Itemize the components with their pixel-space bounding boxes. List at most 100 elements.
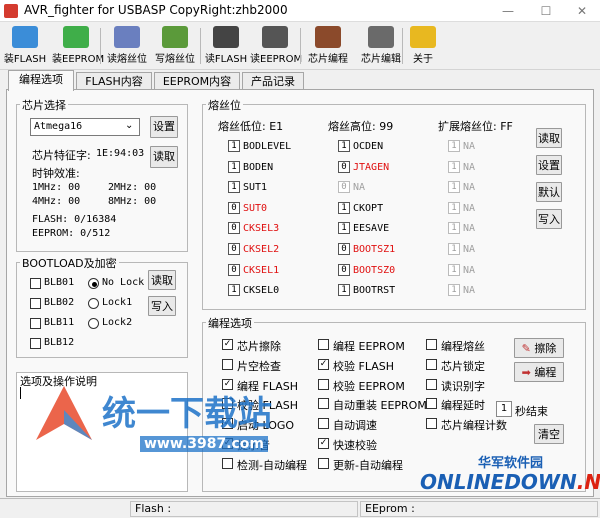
program-option-label: 校验 FLASH (237, 399, 298, 413)
bootload-read-button[interactable]: 读取 (148, 270, 176, 290)
tab-eeprom-content[interactable]: EEPROM内容 (154, 72, 240, 90)
toolbar-button-5[interactable]: 读EEPROM (250, 24, 302, 68)
fuse-low-bit-5[interactable]: 0 (228, 243, 240, 255)
fuse-ext-bit-name: NA (463, 141, 476, 152)
program-option-checkbox[interactable]: ✓ (318, 358, 329, 370)
program-button[interactable]: ➡ 编程 (514, 362, 564, 382)
fuse-default-button[interactable]: 默认 (536, 182, 562, 202)
fuse-low-bit-0[interactable]: 1 (228, 140, 240, 152)
program-option-checkbox[interactable] (426, 398, 437, 410)
program-option-checkbox[interactable] (318, 418, 329, 430)
eeprom-status: EEprom : (360, 501, 598, 517)
program-option-checkbox[interactable] (222, 398, 233, 410)
program-option-checkbox[interactable] (318, 378, 329, 390)
bootload-checkbox-blb01[interactable] (30, 278, 41, 289)
erase-icon: ✎ (521, 342, 531, 355)
lock-radio-1[interactable] (88, 298, 99, 309)
fuse-high-bit-4[interactable]: 1 (338, 222, 350, 235)
program-option-checkbox[interactable] (318, 398, 329, 410)
chip-settings-button[interactable]: 设置 (150, 116, 178, 138)
fuse-low-bit-3[interactable]: 0 (228, 201, 240, 214)
operation-log-box[interactable] (16, 372, 188, 492)
fuse-high-bit-5[interactable]: 0 (338, 243, 350, 255)
eeprom-load-icon (63, 26, 89, 48)
fuse-ext-bit-name: NA (463, 244, 476, 255)
program-option-checkbox[interactable] (426, 418, 437, 430)
fuse-ext-bit-6[interactable]: 1 (448, 263, 460, 276)
program-option-checkbox[interactable]: ✓ (222, 438, 233, 449)
toolbar-button-0[interactable]: 装FLASH (2, 24, 48, 68)
fuse-ext-bit-3[interactable]: 1 (448, 201, 460, 214)
program-option-checkbox[interactable] (318, 339, 329, 350)
toolbar-separator (200, 28, 201, 64)
title-bar: AVR_fighter for USBASP CopyRight:zhb2000… (0, 0, 600, 22)
program-option-checkbox[interactable] (426, 358, 437, 370)
minimize-button[interactable]: — (490, 0, 526, 22)
fuse-ext-bit-7[interactable]: 1 (448, 284, 460, 297)
fuse-low-bit-6[interactable]: 0 (228, 263, 240, 276)
fuse-low-bit-7[interactable]: 1 (228, 284, 240, 297)
maximize-button[interactable]: ☐ (528, 0, 564, 22)
fuse-high-bit-3[interactable]: 1 (338, 201, 350, 214)
delay-seconds-input[interactable]: 1 (496, 401, 512, 417)
fuse-high-bit-2[interactable]: 0 (338, 181, 350, 194)
fuse-ext-bit-1[interactable]: 1 (448, 160, 460, 173)
tab-program-options[interactable]: 编程选项 (8, 70, 74, 91)
fuse-write-button[interactable]: 写入 (536, 209, 562, 229)
bootload-checkbox-blb02[interactable] (30, 298, 41, 309)
bootload-checkbox-blb11[interactable] (30, 318, 41, 329)
program-option-checkbox[interactable] (318, 457, 329, 469)
fuse-set-button[interactable]: 设置 (536, 155, 562, 175)
clear-button[interactable]: 清空 (534, 424, 564, 444)
fuse-read-button[interactable]: 读取 (536, 128, 562, 148)
fuse-ext-bit-4[interactable]: 1 (448, 222, 460, 235)
lock-radio-0[interactable] (88, 278, 99, 289)
program-option-checkbox[interactable]: ✓ (222, 339, 233, 350)
program-option-checkbox[interactable]: ✓ (222, 418, 233, 430)
fuse-ext-bit-0[interactable]: 1 (448, 140, 460, 152)
fuse-ext-bit-2[interactable]: 1 (448, 181, 460, 194)
watermark-onlinedown: 华军软件园 ONLINEDOWN.NET (420, 452, 600, 498)
toolbar-button-8[interactable]: 关于 (410, 24, 436, 68)
erase-button[interactable]: ✎ 擦除 (514, 338, 564, 358)
fuse-high-bit-name: NA (353, 182, 366, 194)
fuse-high-bit-name: BOOTSZ1 (353, 244, 396, 255)
program-option-checkbox[interactable]: ✓ (222, 378, 233, 390)
toolbar-button-6[interactable]: 芯片编程 (304, 24, 352, 68)
program-option-label: 快速校验 (333, 439, 377, 452)
program-option-checkbox[interactable] (426, 378, 437, 390)
fuse-high-bit-6[interactable]: 0 (338, 263, 350, 276)
lock-radio-label: Lock1 (102, 297, 133, 308)
program-option-checkbox[interactable]: ✓ (318, 438, 329, 449)
fuse-high-bit-7[interactable]: 1 (338, 284, 350, 297)
chip-dropdown[interactable]: Atmega16 ⌄ (30, 118, 140, 136)
program-option-label: 检测-自动编程 (237, 458, 307, 472)
tab-product-records[interactable]: 产品记录 (242, 72, 304, 90)
close-button[interactable]: ✕ (564, 0, 600, 22)
toolbar-button-7[interactable]: 芯片编辑 (356, 24, 406, 68)
bootload-checkbox-blb12[interactable] (30, 338, 41, 349)
toolbar-button-2[interactable]: 读熔丝位 (104, 24, 150, 68)
program-option-checkbox[interactable] (426, 339, 437, 350)
toolbar-button-1[interactable]: 装EEPROM (52, 24, 104, 68)
fuse-low-bit-1[interactable]: 1 (228, 160, 240, 173)
bootload-write-button[interactable]: 写入 (148, 296, 176, 316)
tab-flash-content[interactable]: FLASH内容 (76, 72, 152, 90)
bootload-checkbox-label: BLB12 (44, 337, 75, 348)
fuse-low-bit-2[interactable]: 1 (228, 181, 240, 194)
fuse-high-bit-name: BOOTSZ0 (353, 264, 396, 276)
lock-radio-2[interactable] (88, 318, 99, 329)
program-option-checkbox[interactable] (222, 358, 233, 370)
fuse-high-bit-1[interactable]: 0 (338, 160, 350, 173)
watermark-brand-en: ONLINEDOWN.NET (420, 470, 600, 494)
fuse-low-bit-4[interactable]: 0 (228, 222, 240, 235)
toolbar-button-3[interactable]: 写熔丝位 (152, 24, 198, 68)
toolbar-button-4[interactable]: 读FLASH (204, 24, 248, 68)
fuse-ext-bit-5[interactable]: 1 (448, 243, 460, 255)
program-option-checkbox[interactable] (222, 457, 233, 469)
flash-status: Flash : (130, 501, 358, 517)
chip-read-button[interactable]: 读取 (150, 146, 178, 168)
fuse-high-bit-0[interactable]: 1 (338, 140, 350, 152)
program-option-label: 编程 FLASH (237, 379, 298, 393)
watermark-brand-en-text: ONLINEDOWN (420, 470, 577, 494)
